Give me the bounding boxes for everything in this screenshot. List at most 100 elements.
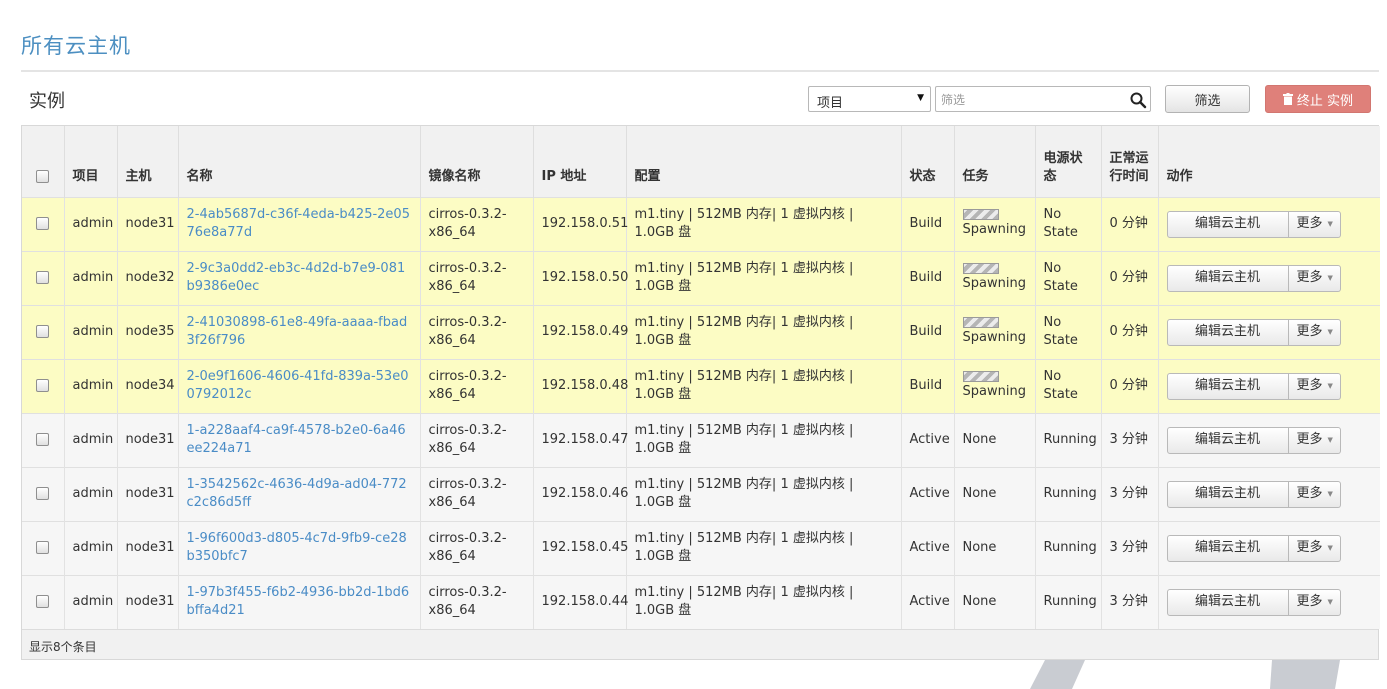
edit-instance-button[interactable]: 编辑云主机 <box>1166 534 1289 562</box>
chevron-down-icon: ▼ <box>1327 490 1333 498</box>
terminate-instances-button[interactable]: 终止 实例 <box>1265 85 1371 113</box>
col-name[interactable]: 名称 <box>177 126 420 197</box>
col-status[interactable]: 状态 <box>900 126 954 197</box>
edit-instance-button[interactable]: 编辑云主机 <box>1166 318 1289 346</box>
table-row: admin node31 1-97b3f455-f6b2-4936-bb2d-1… <box>22 574 1380 629</box>
more-actions-dropdown[interactable]: 更多 ▼ <box>1288 210 1341 238</box>
col-task[interactable]: 任务 <box>953 126 1035 197</box>
cell-ip: 192.158.0.44 <box>532 574 628 629</box>
cell-ip: 192.158.0.46 <box>532 466 628 521</box>
cell-name: 2-0e9f1606-4606-41fd-839a-53e00792012c <box>177 358 420 413</box>
search-icon[interactable] <box>1129 91 1147 109</box>
cell-uptime: 3 分钟 <box>1100 574 1158 629</box>
table-row: admin node31 1-a228aaf4-ca9f-4578-b2e0-6… <box>22 412 1380 467</box>
edit-instance-button[interactable]: 编辑云主机 <box>1166 210 1289 238</box>
row-select-cell <box>22 358 64 413</box>
instance-name-link[interactable]: 1-3542562c-4636-4d9a-ad04-772c2c86d5ff <box>187 477 407 510</box>
edit-instance-button[interactable]: 编辑云主机 <box>1166 480 1289 508</box>
more-actions-dropdown[interactable]: 更多 ▼ <box>1288 480 1341 508</box>
table-row: admin node31 2-4ab5687d-c36f-4eda-b425-2… <box>22 196 1380 251</box>
cell-power-state: Running <box>1034 574 1101 629</box>
filter-button[interactable]: 筛选 <box>1165 85 1250 113</box>
cell-host: node31 <box>116 466 178 521</box>
cell-name: 1-a228aaf4-ca9f-4578-b2e0-6a46ee224a71 <box>177 412 420 467</box>
instance-name-link[interactable]: 2-9c3a0dd2-eb3c-4d2d-b7e9-081b9386e0ec <box>187 261 406 294</box>
select-all-checkbox[interactable] <box>36 169 50 183</box>
cell-actions: 编辑云主机 更多 ▼ <box>1157 250 1380 305</box>
cell-project: admin <box>63 250 117 305</box>
instance-name-link[interactable]: 1-a228aaf4-ca9f-4578-b2e0-6a46ee224a71 <box>187 423 406 456</box>
col-image[interactable]: 镜像名称 <box>419 126 533 197</box>
cell-uptime: 0 分钟 <box>1100 196 1158 251</box>
row-checkbox[interactable] <box>36 271 50 284</box>
more-actions-dropdown[interactable]: 更多 ▼ <box>1288 534 1341 562</box>
chevron-down-icon: ▼ <box>1327 274 1333 282</box>
cell-name: 1-96f600d3-d805-4c7d-9fb9-ce28b350bfc7 <box>177 520 420 575</box>
row-checkbox[interactable] <box>36 487 50 500</box>
row-checkbox[interactable] <box>36 325 50 338</box>
col-host[interactable]: 主机 <box>116 126 178 197</box>
row-checkbox[interactable] <box>36 433 50 446</box>
col-ip[interactable]: IP 地址 <box>532 126 626 197</box>
cell-ip: 192.158.0.51 <box>532 196 628 251</box>
cell-status: Active <box>900 412 954 467</box>
cell-size: m1.tiny | 512MB 内存| 1 虚拟内核 | 1.0GB 盘 <box>625 358 901 413</box>
more-actions-dropdown[interactable]: 更多 ▼ <box>1288 372 1341 400</box>
cell-ip: 192.158.0.50 <box>532 250 628 305</box>
cell-host: node31 <box>116 412 178 467</box>
cell-host: node31 <box>116 196 178 251</box>
edit-instance-button[interactable]: 编辑云主机 <box>1166 372 1289 400</box>
edit-instance-button[interactable]: 编辑云主机 <box>1166 426 1289 454</box>
instance-name-link[interactable]: 2-4ab5687d-c36f-4eda-b425-2e0576e8a77d <box>187 207 410 240</box>
row-checkbox[interactable] <box>36 541 50 554</box>
row-checkbox[interactable] <box>36 379 50 392</box>
cell-status: Active <box>900 574 954 629</box>
row-checkbox[interactable] <box>36 595 50 609</box>
edit-instance-button[interactable]: 编辑云主机 <box>1166 588 1289 616</box>
more-label: 更多 <box>1296 432 1323 447</box>
cell-task: None <box>953 520 1035 575</box>
spawning-progress-bar <box>962 209 999 220</box>
project-filter-select[interactable]: 项目 ▼ <box>808 86 931 112</box>
cell-size: m1.tiny | 512MB 内存| 1 虚拟内核 | 1.0GB 盘 <box>625 196 901 251</box>
edit-instance-button[interactable]: 编辑云主机 <box>1166 264 1289 292</box>
cell-image: cirros-0.3.2-x86_64 <box>419 304 533 359</box>
search-box <box>935 86 1151 112</box>
table-footer-count: 显示8个条目 <box>22 629 1378 659</box>
instance-name-link[interactable]: 2-41030898-61e8-49fa-aaaa-fbad3f26f796 <box>187 315 408 348</box>
col-uptime[interactable]: 正常运行时间 <box>1100 126 1158 197</box>
cell-project: admin <box>63 466 117 521</box>
cell-status: Build <box>900 250 954 305</box>
spawning-progress-bar <box>962 317 999 328</box>
instance-name-link[interactable]: 1-96f600d3-d805-4c7d-9fb9-ce28b350bfc7 <box>187 531 407 564</box>
cell-name: 2-41030898-61e8-49fa-aaaa-fbad3f26f796 <box>177 304 420 359</box>
row-select-cell <box>22 520 64 575</box>
more-label: 更多 <box>1296 378 1323 393</box>
row-checkbox[interactable] <box>36 217 50 230</box>
search-input[interactable] <box>939 89 1128 111</box>
more-actions-dropdown[interactable]: 更多 ▼ <box>1288 318 1341 346</box>
cell-image: cirros-0.3.2-x86_64 <box>419 196 533 251</box>
row-select-cell <box>22 250 64 305</box>
table-row: admin node31 1-3542562c-4636-4d9a-ad04-7… <box>22 466 1380 521</box>
instance-name-link[interactable]: 1-97b3f455-f6b2-4936-bb2d-1bd6bffa4d21 <box>187 585 410 618</box>
cell-project: admin <box>63 196 117 251</box>
cell-status: Active <box>900 520 954 575</box>
col-power-state[interactable]: 电源状态 <box>1034 126 1101 197</box>
more-actions-dropdown[interactable]: 更多 ▼ <box>1288 264 1341 292</box>
cell-power-state: No State <box>1034 196 1101 251</box>
more-label: 更多 <box>1296 486 1323 501</box>
more-label: 更多 <box>1296 594 1323 610</box>
cell-ip: 192.158.0.45 <box>532 520 628 575</box>
chevron-down-icon: ▼ <box>1327 598 1333 607</box>
col-project[interactable]: 项目 <box>63 126 117 197</box>
cell-project: admin <box>63 412 117 467</box>
col-size[interactable]: 配置 <box>625 126 901 197</box>
more-actions-dropdown[interactable]: 更多 ▼ <box>1288 426 1341 454</box>
cell-uptime: 0 分钟 <box>1100 304 1158 359</box>
instance-name-link[interactable]: 2-0e9f1606-4606-41fd-839a-53e00792012c <box>187 369 409 402</box>
more-actions-dropdown[interactable]: 更多 ▼ <box>1288 588 1341 616</box>
cell-uptime: 0 分钟 <box>1100 250 1158 305</box>
row-select-cell <box>22 412 64 467</box>
title-divider <box>21 70 1379 72</box>
